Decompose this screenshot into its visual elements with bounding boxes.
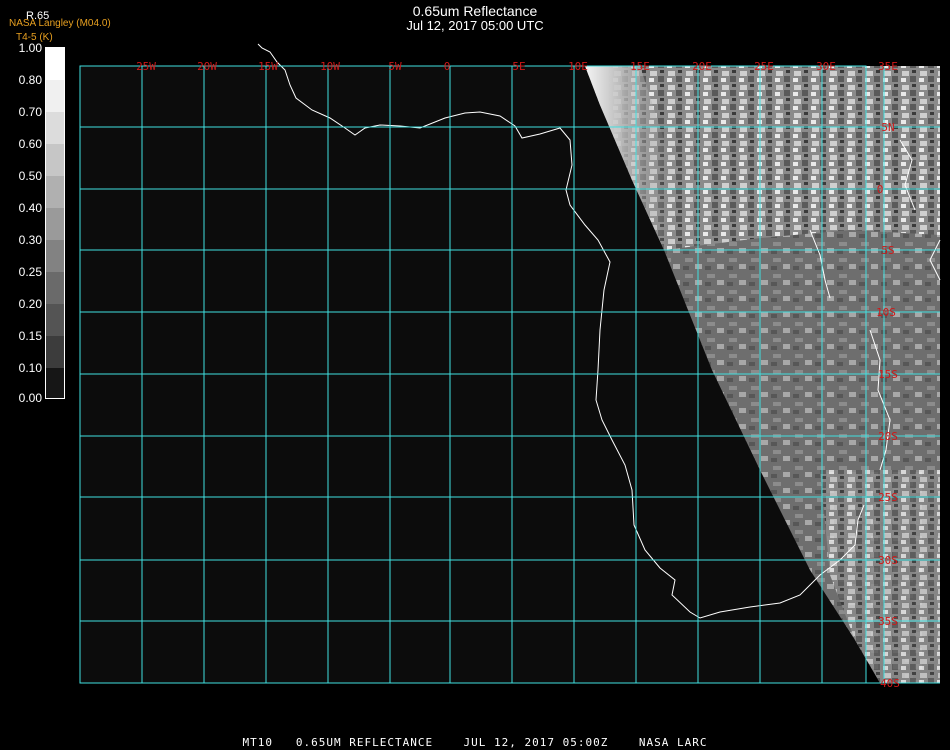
lon-label: 0 <box>444 60 451 73</box>
scale-tick: 0.70 <box>18 105 42 119</box>
lat-label: 20S <box>878 430 898 443</box>
lat-label: 10S <box>876 306 896 319</box>
lon-label: 25E <box>754 60 774 73</box>
lat-label: 0 <box>877 183 884 196</box>
satellite-map: 25W 20W 15W 10W 5W 0 5E 10E 15E 20E 25E … <box>79 43 941 690</box>
lat-label: 5S <box>881 244 894 257</box>
scale-tick: 1.00 <box>18 41 42 55</box>
color-scale-bar <box>45 47 65 399</box>
scale-tick: 0.50 <box>18 169 42 183</box>
footer-caption: MT10 0.65UM REFLECTANCE JUL 12, 2017 05:… <box>242 736 708 749</box>
lat-label: 25S <box>878 491 898 504</box>
lon-label: 35E <box>878 60 898 73</box>
lon-label: 10E <box>568 60 588 73</box>
scale-tick: 0.10 <box>18 361 42 375</box>
scale-tick: 0.60 <box>18 137 42 151</box>
lat-label: 40S <box>880 677 900 690</box>
lon-label: 20W <box>197 60 217 73</box>
source-label: NASA Langley (M04.0) <box>9 18 111 29</box>
lat-label: 35S <box>878 615 898 628</box>
scale-tick: 0.15 <box>18 329 42 343</box>
lat-label: 15S <box>878 368 898 381</box>
scale-tick: 0.30 <box>18 233 42 247</box>
lon-label: 15E <box>630 60 650 73</box>
map-datetime: Jul 12, 2017 05:00 UTC <box>406 18 544 33</box>
scale-tick: 0.40 <box>18 201 42 215</box>
lon-label: 5W <box>388 60 402 73</box>
lon-label: 15W <box>258 60 278 73</box>
lat-label: 30S <box>878 554 898 567</box>
lat-label: 5N <box>881 121 894 134</box>
lon-label: 20E <box>692 60 712 73</box>
lon-label: 30E <box>816 60 836 73</box>
map-title: 0.65um Reflectance <box>412 3 538 19</box>
scale-tick: 0.20 <box>18 297 42 311</box>
scale-tick: 0.00 <box>18 391 42 405</box>
lon-label: 10W <box>320 60 340 73</box>
lon-label: 5E <box>512 60 525 73</box>
scale-tick: 0.80 <box>18 73 42 87</box>
lon-label: 25W <box>136 60 156 73</box>
scale-tick: 0.25 <box>18 265 42 279</box>
